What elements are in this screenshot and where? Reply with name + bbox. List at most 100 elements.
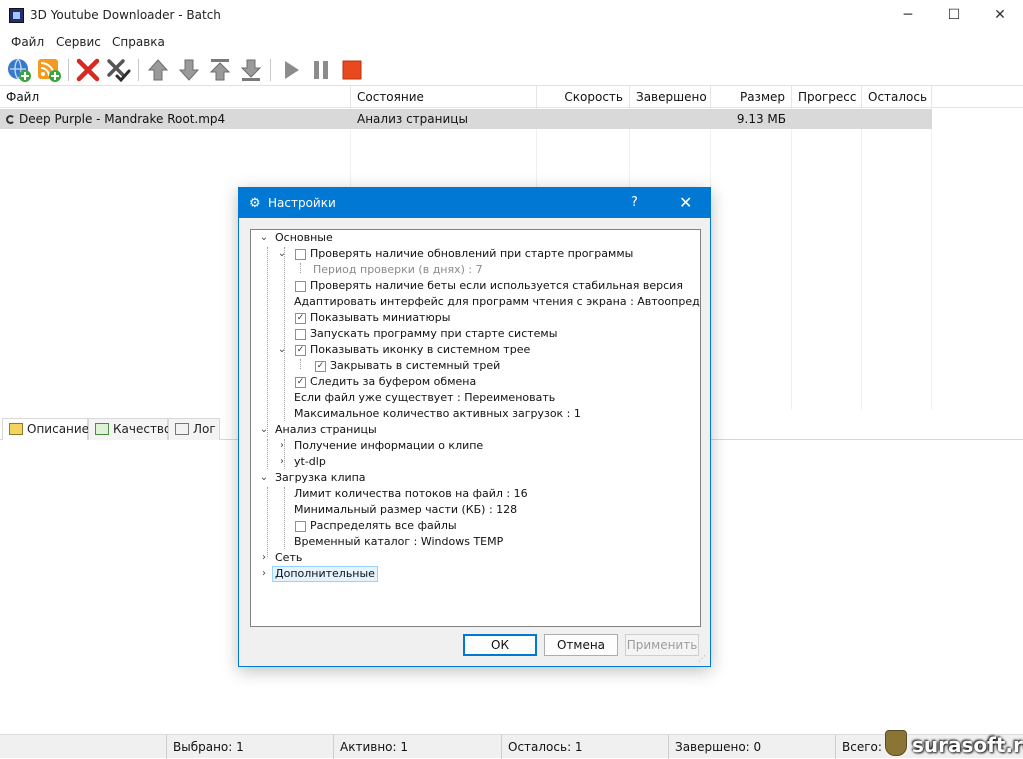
stop-icon[interactable] <box>339 57 365 83</box>
node-min-chunk[interactable]: Минимальный размер части (КБ) : 128 <box>294 502 517 518</box>
node-clip-download[interactable]: Загрузка клипа <box>275 470 366 486</box>
node-check-period[interactable]: Период проверки (в днях) : 7 <box>313 262 483 278</box>
chevron-down-icon[interactable]: ⌄ <box>259 470 269 486</box>
watermark-text: surasoft.ru <box>912 733 1023 757</box>
chevron-right-icon[interactable]: › <box>277 454 287 470</box>
status-active: Активно: 1 <box>333 735 501 759</box>
node-clipboard[interactable]: Следить за буфером обмена <box>310 374 476 390</box>
column-completed[interactable]: Завершено <box>630 86 711 108</box>
node-threads-limit[interactable]: Лимит количества потоков на файл : 16 <box>294 486 528 502</box>
checkbox-check-updates[interactable] <box>295 249 306 260</box>
tab-description[interactable]: Описание <box>2 418 89 441</box>
move-bottom-icon[interactable] <box>238 57 264 83</box>
chevron-down-icon[interactable]: ⌄ <box>259 230 269 246</box>
node-screen-reader[interactable]: Адаптировать интерфейс для программ чтен… <box>294 294 700 310</box>
status-selected: Выбрано: 1 <box>166 735 333 759</box>
checkbox-distribute[interactable] <box>295 521 306 532</box>
node-advanced[interactable]: Дополнительные <box>272 566 378 582</box>
add-url-icon[interactable] <box>6 57 32 83</box>
node-clip-info[interactable]: Получение информации о клипе <box>294 438 483 454</box>
gear-icon: ⚙ <box>249 196 261 211</box>
table-row[interactable]: Deep Purple - Mandrake Root.mp4 Анализ с… <box>0 109 932 129</box>
tab-log[interactable]: Лог <box>168 418 220 440</box>
menu-service[interactable]: Сервис <box>56 35 101 49</box>
menu-help[interactable]: Справка <box>112 35 165 49</box>
node-basic[interactable]: Основные <box>275 230 333 246</box>
node-network[interactable]: Сеть <box>275 550 302 566</box>
description-icon <box>9 423 23 435</box>
column-remaining[interactable]: Осталось <box>862 86 932 108</box>
window-title: 3D Youtube Downloader - Batch <box>30 8 221 22</box>
pause-icon[interactable] <box>308 57 334 83</box>
node-ytdlp[interactable]: yt-dlp <box>294 454 326 470</box>
chevron-right-icon[interactable]: › <box>259 550 269 566</box>
watermark-logo-icon <box>885 730 907 756</box>
help-button[interactable]: ? <box>631 195 638 210</box>
row-speed <box>537 109 630 129</box>
move-up-icon[interactable] <box>145 57 171 83</box>
clear-completed-icon[interactable] <box>105 57 131 83</box>
minimize-button[interactable]: ─ <box>885 0 931 31</box>
row-status: Анализ страницы <box>357 112 468 126</box>
column-status[interactable]: Состояние <box>351 86 537 108</box>
node-tray-icon[interactable]: Показывать иконку в системном трее <box>310 342 530 358</box>
checkbox-close-to-tray[interactable]: ✓ <box>315 361 326 372</box>
app-icon <box>9 8 24 23</box>
menu-file[interactable]: Файл <box>11 35 44 49</box>
node-check-beta[interactable]: Проверять наличие беты если используется… <box>310 278 683 294</box>
node-max-downloads[interactable]: Максимальное количество активных загрузо… <box>294 406 581 422</box>
move-down-icon[interactable] <box>176 57 202 83</box>
log-icon <box>175 423 189 435</box>
start-icon[interactable] <box>278 57 304 83</box>
node-check-updates[interactable]: Проверять наличие обновлений при старте … <box>310 246 633 262</box>
row-completed <box>630 109 711 129</box>
resize-grip-icon[interactable]: ⋰ <box>698 654 708 664</box>
column-speed[interactable]: Скорость <box>537 86 630 108</box>
checkbox-autostart[interactable] <box>295 329 306 340</box>
move-top-icon[interactable] <box>207 57 233 83</box>
row-file: Deep Purple - Mandrake Root.mp4 <box>19 112 226 126</box>
checkbox-check-beta[interactable] <box>295 281 306 292</box>
settings-dialog: ⚙ Настройки ? ✕ ⌄ Основные ⌄ Проверять н… <box>238 187 711 667</box>
chevron-down-icon[interactable]: ⌄ <box>277 342 287 358</box>
row-size: 9.13 МБ <box>736 112 786 126</box>
ok-button[interactable]: ОК <box>463 634 537 656</box>
status-remaining: Осталось: 1 <box>501 735 668 759</box>
title-bar: 3D Youtube Downloader - Batch ─ ☐ ✕ <box>0 0 1023 31</box>
column-size[interactable]: Размер <box>711 86 792 108</box>
node-file-exists[interactable]: Если файл уже существует : Переименовать <box>294 390 555 406</box>
cancel-button[interactable]: Отмена <box>544 634 618 656</box>
dialog-close-button[interactable]: ✕ <box>679 193 692 212</box>
row-remaining <box>862 109 932 129</box>
quality-icon <box>95 423 109 435</box>
node-temp-dir[interactable]: Временный каталог : Windows TEMP <box>294 534 503 550</box>
add-rss-icon[interactable] <box>36 57 62 83</box>
delete-icon[interactable] <box>75 57 101 83</box>
dialog-title-bar: ⚙ Настройки ? ✕ <box>239 188 710 218</box>
column-file[interactable]: Файл <box>0 86 351 108</box>
chevron-right-icon[interactable]: › <box>277 438 287 454</box>
column-progress[interactable]: Прогресс <box>792 86 862 108</box>
chevron-right-icon[interactable]: › <box>259 566 269 582</box>
node-close-to-tray[interactable]: Закрывать в системный трей <box>330 358 500 374</box>
checkbox-clipboard[interactable]: ✓ <box>295 377 306 388</box>
maximize-button[interactable]: ☐ <box>931 0 977 31</box>
node-page-analysis[interactable]: Анализ страницы <box>275 422 377 438</box>
apply-button[interactable]: Применить <box>625 634 699 656</box>
node-autostart[interactable]: Запускать программу при старте системы <box>310 326 557 342</box>
node-thumbnails[interactable]: Показывать миниатюры <box>310 310 450 326</box>
menu-bar: Файл Сервис Справка <box>0 31 1023 53</box>
node-distribute[interactable]: Распределять все файлы <box>310 518 457 534</box>
dialog-title: Настройки <box>268 196 336 210</box>
list-header: Файл Состояние Скорость Завершено Размер… <box>0 86 1023 108</box>
settings-tree[interactable]: ⌄ Основные ⌄ Проверять наличие обновлени… <box>250 229 701 627</box>
status-completed: Завершено: 0 <box>668 735 835 759</box>
checkbox-thumbnails[interactable]: ✓ <box>295 313 306 324</box>
toolbar <box>0 53 1023 86</box>
checkbox-tray-icon[interactable]: ✓ <box>295 345 306 356</box>
tab-quality[interactable]: Качество <box>88 418 171 440</box>
row-progress <box>792 109 862 129</box>
close-button[interactable]: ✕ <box>977 0 1023 31</box>
chevron-down-icon[interactable]: ⌄ <box>259 422 269 438</box>
chevron-down-icon[interactable]: ⌄ <box>277 246 287 262</box>
